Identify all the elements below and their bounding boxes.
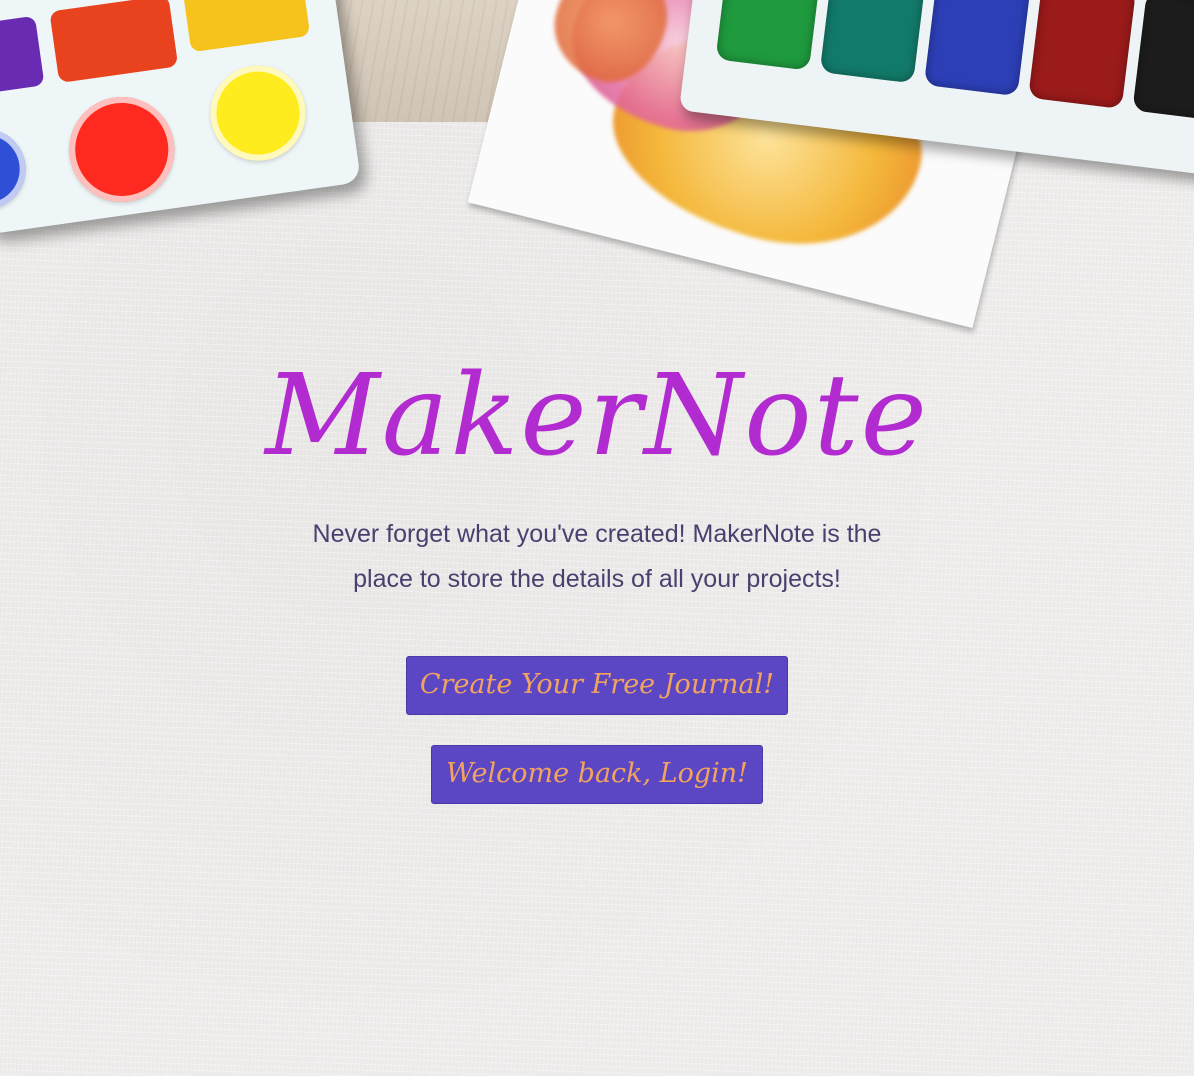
login-button[interactable]: Welcome back, Login! (430, 745, 764, 805)
watercolor-palette-left-image (0, 0, 362, 235)
tagline: Never forget what you've created! MakerN… (312, 520, 882, 594)
paint-well-blue (0, 123, 31, 215)
paint-cell-yellow (181, 0, 311, 53)
hero-section: MakerNote Never forget what you've creat… (0, 351, 1194, 805)
login-button-row: Welcome back, Login! (0, 715, 1194, 805)
paint-cell-orange (49, 0, 179, 83)
paint-pan-green (715, 0, 824, 71)
paint-well-yellow (204, 59, 312, 167)
paint-cell-purple (0, 15, 45, 95)
create-button-row: Create Your Free Journal! (0, 602, 1194, 716)
paint-pan-blue (923, 0, 1032, 97)
paint-well-red (62, 90, 182, 209)
paint-pan-red (1028, 0, 1137, 109)
brand-title: MakerNote (265, 351, 929, 481)
paint-pan-black (1132, 0, 1194, 122)
paint-pan-teal (819, 0, 928, 84)
create-journal-button[interactable]: Create Your Free Journal! (405, 656, 789, 716)
